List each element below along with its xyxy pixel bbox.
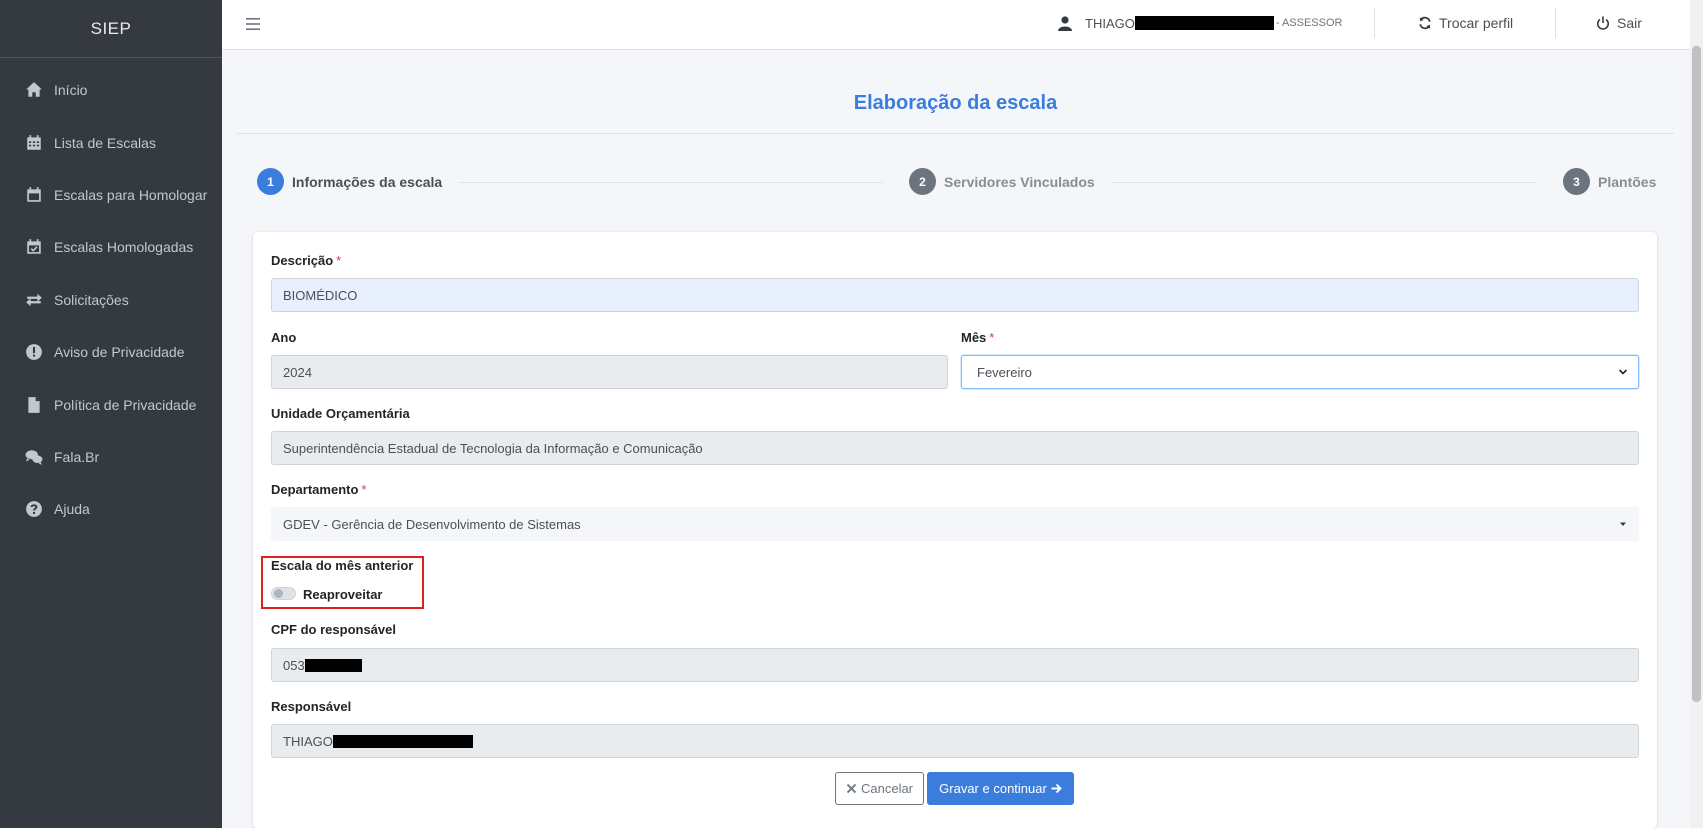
redacted-block	[332, 734, 473, 748]
required-mark: *	[336, 253, 342, 268]
home-icon	[24, 80, 44, 100]
step-connector	[1112, 182, 1536, 183]
required-mark: *	[989, 330, 995, 345]
redacted-block	[304, 658, 362, 672]
unidade-label: Unidade Orçamentária	[271, 406, 410, 421]
cancel-label: Cancelar	[860, 781, 914, 796]
arrow-right-icon	[1051, 783, 1062, 794]
sidebar-item-label: Fala.Br	[54, 448, 100, 465]
file-icon	[24, 395, 44, 415]
brand-logo[interactable]: SIEP	[0, 0, 222, 58]
user-name: THIAGO	[1085, 15, 1135, 31]
sidebar-nav: Início Lista de Escalas Escalas para Hom…	[0, 58, 222, 536]
sidebar-item-label: Política de Privacidade	[54, 396, 197, 413]
responsavel-input[interactable]: THIAGO	[271, 724, 1639, 758]
sidebar-item-label: Início	[54, 82, 88, 99]
comments-icon	[24, 447, 44, 467]
cpf-input[interactable]: 053	[271, 648, 1639, 682]
user-info: THIAGO - ASSESSOR	[1058, 0, 1342, 46]
reaproveitar-label[interactable]: Reaproveitar	[303, 587, 382, 602]
sidebar-item-fala-br[interactable]: Fala.Br	[0, 431, 222, 483]
logout-label: Sair	[1617, 15, 1642, 31]
sidebar-item-label: Solicitações	[54, 291, 129, 308]
divider	[1555, 8, 1556, 38]
sidebar-item-escalas-homologar[interactable]: Escalas para Homologar	[0, 169, 222, 221]
step-connector	[459, 182, 883, 183]
step-plantoes[interactable]: 3 Plantões	[1563, 168, 1656, 195]
unidade-input[interactable]: Superintendência Estadual de Tecnologia …	[271, 431, 1639, 465]
top-navbar: THIAGO - ASSESSOR Trocar perfil Sair	[222, 0, 1690, 50]
user-icon	[1058, 15, 1072, 31]
sidebar-item-label: Escalas Homologadas	[54, 239, 194, 256]
escala-anterior-label: Escala do mês anterior	[271, 558, 414, 573]
mes-label: Mês *	[961, 330, 995, 345]
step-number: 2	[909, 168, 936, 195]
exchange-arrows-icon	[24, 290, 44, 310]
descricao-input[interactable]: BIOMÉDICO	[271, 278, 1639, 312]
required-mark: *	[361, 482, 367, 497]
hamburger-icon	[246, 18, 260, 30]
toggle-knob	[274, 589, 283, 598]
sidebar-item-inicio[interactable]: Início	[0, 64, 222, 116]
user-role: - ASSESSOR	[1275, 17, 1343, 29]
switch-profile-label: Trocar perfil	[1439, 15, 1514, 31]
sidebar-item-aviso-privacidade[interactable]: Aviso de Privacidade	[0, 326, 222, 378]
close-icon	[846, 783, 857, 794]
departamento-select[interactable]: GDEV - Gerência de Desenvolvimento de Si…	[271, 507, 1639, 541]
step-number: 1	[257, 168, 284, 195]
sidebar-item-ajuda[interactable]: Ajuda	[0, 483, 222, 535]
step-servidores[interactable]: 2 Servidores Vinculados	[909, 168, 1095, 195]
calendar-grid-icon	[24, 133, 44, 153]
refresh-icon	[1419, 16, 1431, 30]
responsavel-label: Responsável	[271, 699, 352, 714]
question-circle-icon	[24, 499, 44, 519]
sidebar-item-lista-escalas[interactable]: Lista de Escalas	[0, 116, 222, 168]
sidebar-item-solicitacoes[interactable]: Solicitações	[0, 274, 222, 326]
ano-input[interactable]: 2024	[271, 355, 948, 389]
ano-label: Ano	[271, 330, 297, 345]
descricao-label: Descrição *	[271, 253, 342, 268]
mes-select[interactable]: Fevereiro	[961, 355, 1639, 389]
page-title: Elaboração da escala	[237, 84, 1674, 134]
sidebar-item-label: Escalas para Homologar	[54, 186, 208, 203]
divider	[1374, 8, 1375, 38]
cpf-label: CPF do responsável	[271, 622, 396, 637]
calendar-check-icon	[24, 237, 44, 257]
save-label: Gravar e continuar	[939, 781, 1047, 796]
step-label: Plantões	[1598, 173, 1657, 190]
scrollbar-thumb[interactable]	[1692, 46, 1701, 702]
sidebar-item-label: Lista de Escalas	[54, 134, 156, 151]
chevron-down-icon	[1618, 356, 1628, 388]
switch-profile-link[interactable]: Trocar perfil	[1418, 0, 1513, 46]
redacted-block	[1134, 16, 1274, 30]
sidebar-item-label: Ajuda	[54, 501, 90, 518]
step-number: 3	[1563, 168, 1590, 195]
cancel-button[interactable]: Cancelar	[835, 772, 924, 805]
sidebar: SIEP Início Lista de Escalas Escalas par…	[0, 0, 222, 828]
departamento-label: Departamento *	[271, 482, 367, 497]
sidebar-item-escalas-homologadas[interactable]: Escalas Homologadas	[0, 221, 222, 273]
step-label: Informações da escala	[292, 173, 443, 190]
page-scrollbar[interactable]	[1690, 0, 1703, 828]
step-informacoes[interactable]: 1 Informações da escala	[257, 168, 442, 195]
stepper: 1 Informações da escala 2 Servidores Vin…	[257, 168, 1656, 198]
save-continue-button[interactable]: Gravar e continuar	[927, 772, 1074, 805]
logout-link[interactable]: Sair	[1596, 0, 1642, 46]
caret-down-icon	[1618, 508, 1628, 540]
exclamation-circle-icon	[24, 342, 44, 362]
menu-toggle-button[interactable]	[242, 14, 264, 34]
reaproveitar-toggle[interactable]	[271, 587, 296, 600]
step-label: Servidores Vinculados	[944, 173, 1095, 190]
sidebar-item-politica-privacidade[interactable]: Política de Privacidade	[0, 378, 222, 430]
power-icon	[1597, 16, 1609, 30]
sidebar-item-label: Aviso de Privacidade	[54, 344, 185, 361]
calendar-icon	[24, 185, 44, 205]
